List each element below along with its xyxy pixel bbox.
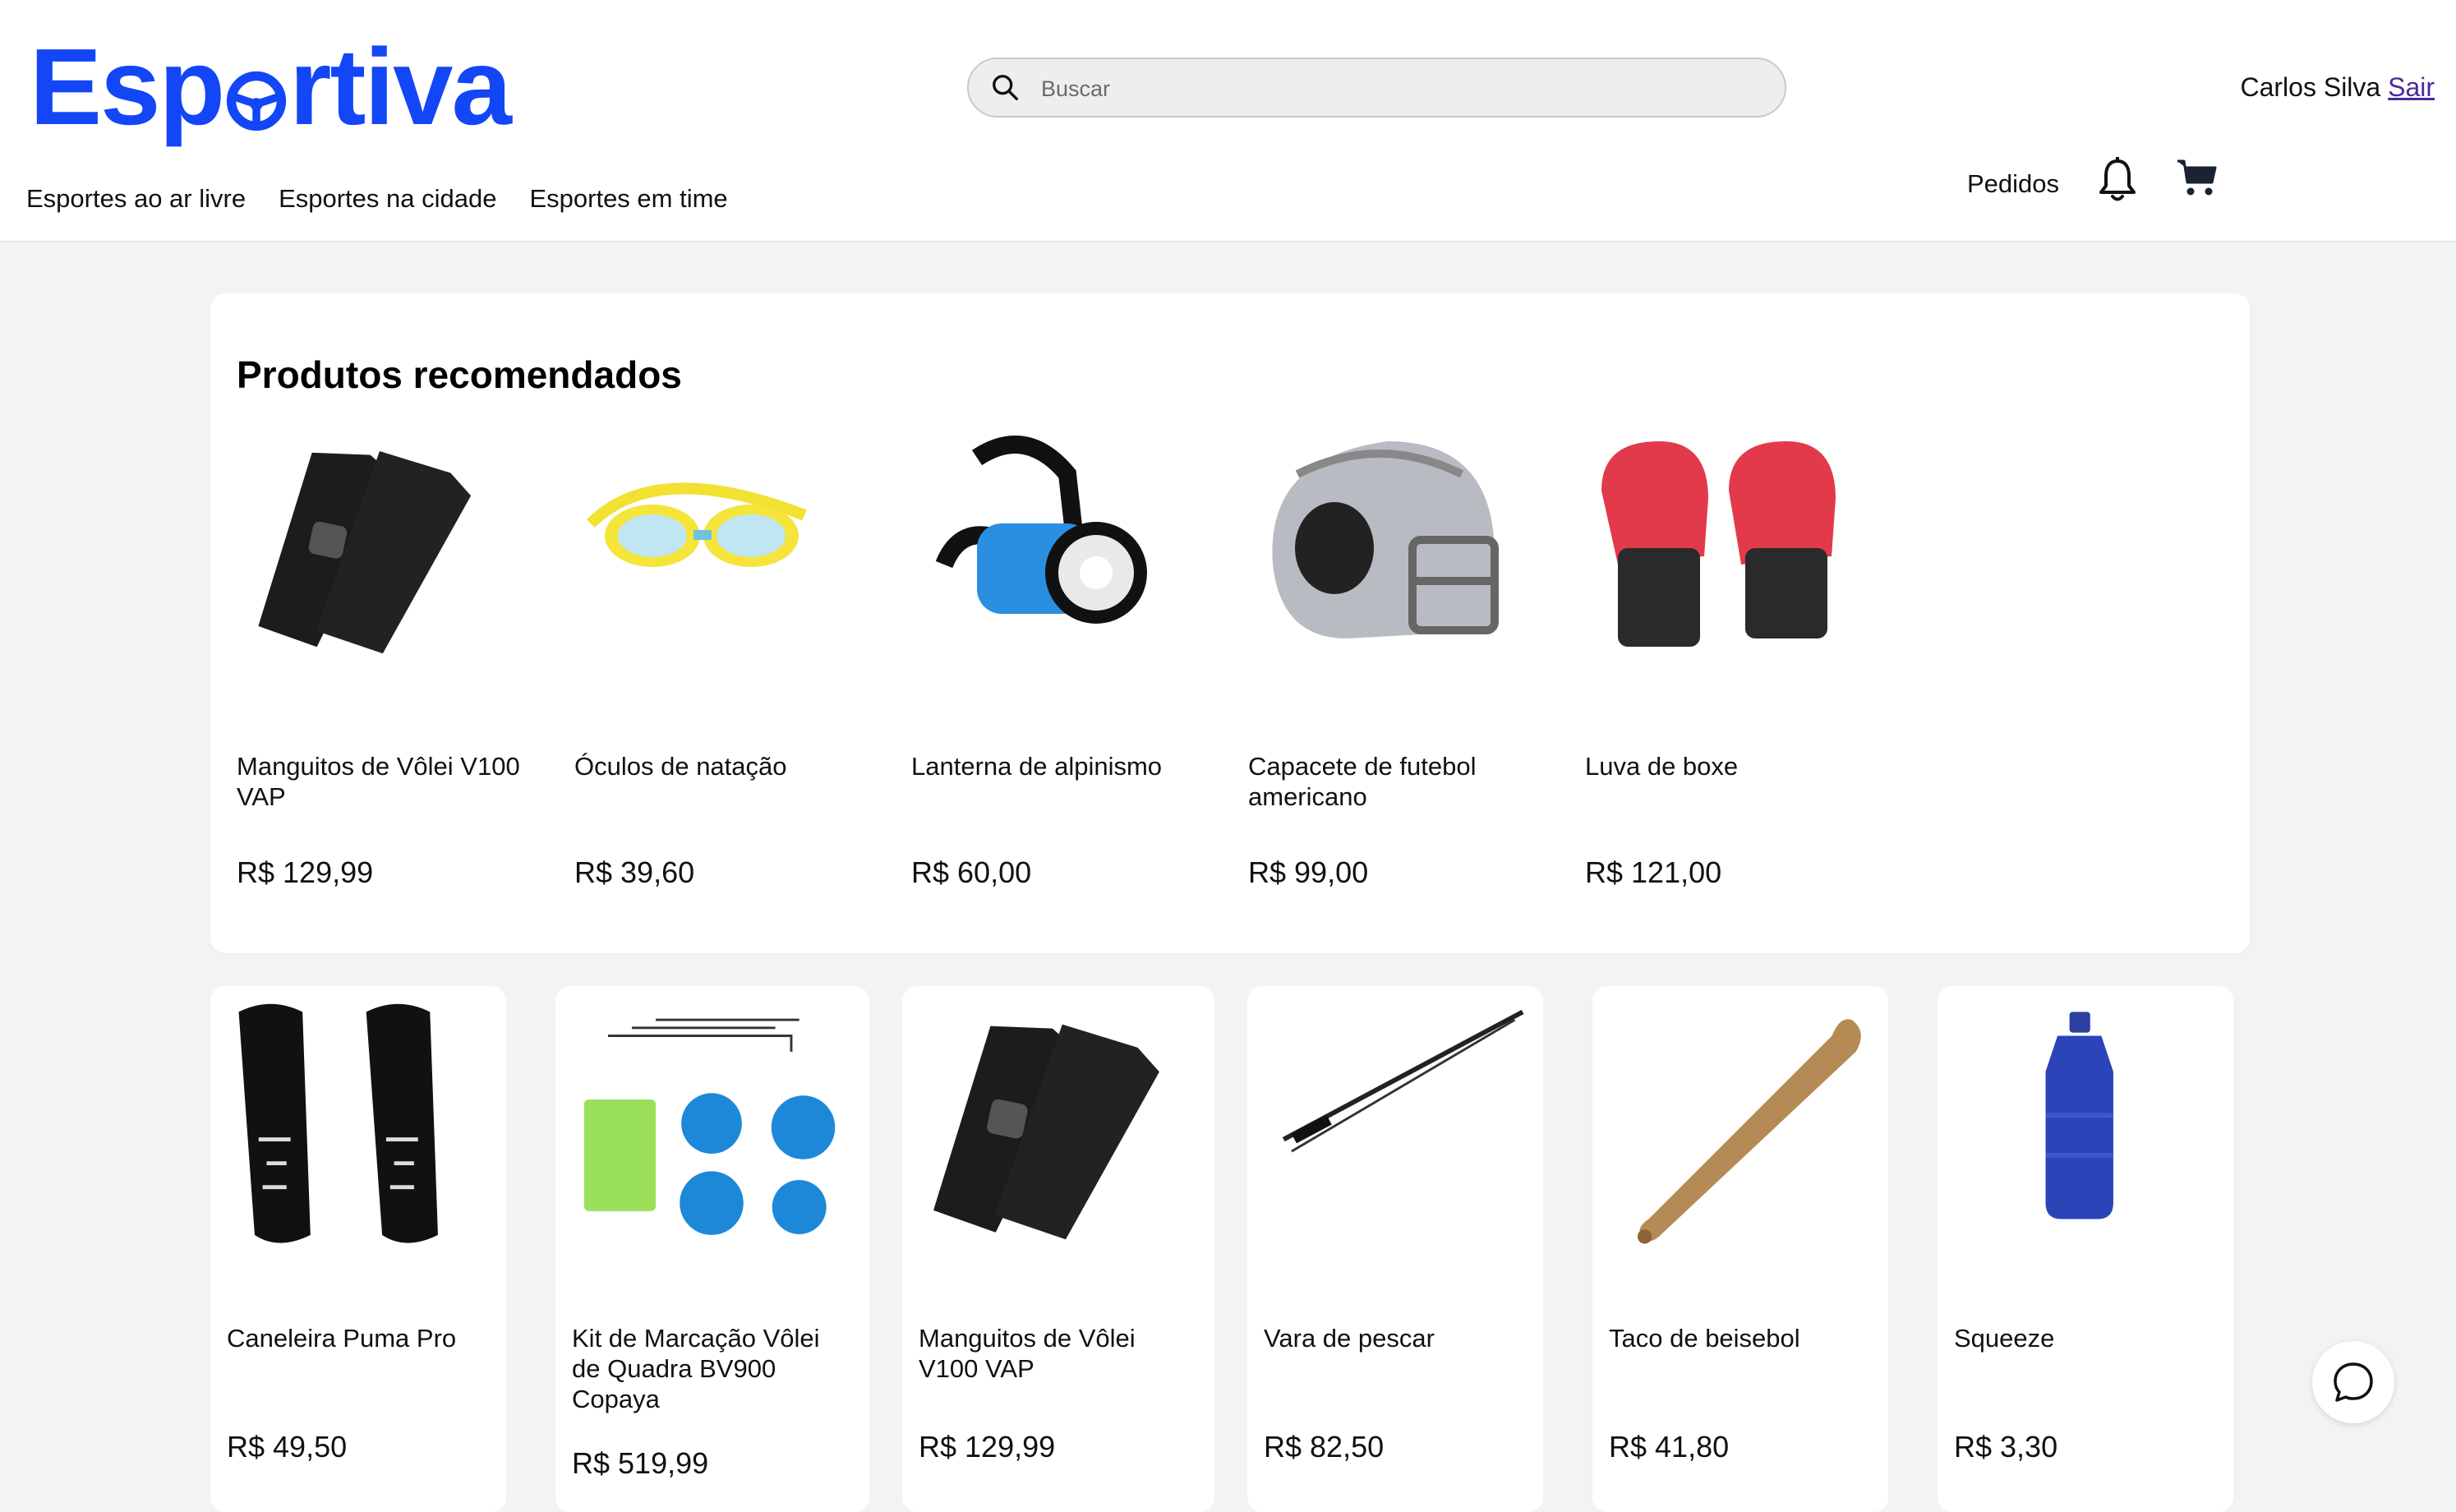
product-name: Vara de pescar (1264, 1324, 1435, 1353)
product-price: R$ 121,00 (1585, 855, 1722, 889)
orders-link[interactable]: Pedidos (1967, 169, 2059, 199)
baseball-bat-image (1637, 1019, 1861, 1244)
logo-text-rtiva: rtiva (289, 26, 512, 147)
search-icon[interactable] (990, 72, 1021, 104)
product-name: Manguitos de Vôlei V100 VAP (237, 752, 520, 811)
product-card[interactable]: Squeeze R$ 3,30 (1938, 986, 2233, 1512)
chat-button[interactable] (2312, 1341, 2394, 1423)
nav-city-sports[interactable]: Esportes na cidade (279, 184, 496, 214)
product-name: Óculos de natação (574, 752, 787, 781)
search-input[interactable] (1026, 69, 1766, 108)
fishing-rod-image (1282, 1009, 1524, 1153)
nav-team-sports[interactable]: Esportes em time (529, 184, 727, 214)
logout-link[interactable]: Sair (2388, 72, 2435, 102)
product-card[interactable]: Taco de beisebol R$ 41,80 (1592, 986, 1888, 1512)
product-name: Taco de beisebol (1609, 1324, 1800, 1353)
section-title: Produtos recomendados (237, 353, 682, 396)
boxing-gloves-image (1601, 441, 1836, 647)
product-price: R$ 129,99 (919, 1430, 1056, 1464)
recommended-item[interactable]: Lanterna de alpinismo R$ 60,00 (911, 425, 1223, 918)
user-area: Carlos Silva Sair (2240, 72, 2435, 103)
product-card[interactable]: Vara de pescar R$ 82,50 (1247, 986, 1543, 1512)
search-bar (967, 58, 1786, 118)
court-marking-kit-image (583, 1018, 836, 1235)
category-nav: Esportes ao ar livre Esportes na cidade … (26, 184, 728, 214)
cart-icon[interactable] (2176, 156, 2219, 199)
product-card[interactable]: Kit de Marcação Vôlei de Quadra BV900 Co… (555, 986, 869, 1512)
sleeves-image (258, 451, 472, 654)
chat-bubble-icon (2334, 1362, 2373, 1402)
water-bottle-image (2045, 1012, 2113, 1219)
goggles-image (587, 482, 807, 567)
headlamp-image (935, 436, 1147, 624)
product-price: R$ 3,30 (1954, 1430, 2058, 1464)
product-name: Caneleira Puma Pro (227, 1324, 457, 1353)
football-helmet-image (1272, 441, 1499, 638)
nav-outdoor-sports[interactable]: Esportes ao ar livre (26, 184, 246, 214)
product-name: Capacete de futebol americano (1248, 752, 1477, 811)
steering-wheel-icon (226, 71, 287, 131)
product-card[interactable]: Manguitos de Vôlei V100 VAP R$ 129,99 (902, 986, 1214, 1512)
recommended-item[interactable]: Capacete de futebol americano R$ 99,00 (1248, 425, 1560, 918)
product-name: Manguitos de Vôlei V100 VAP (919, 1324, 1136, 1383)
product-price: R$ 41,80 (1609, 1430, 1730, 1464)
product-price: R$ 519,99 (572, 1446, 709, 1480)
recommended-item[interactable]: Manguitos de Vôlei V100 VAP R$ 129,99 (237, 425, 549, 918)
esportiva-logo[interactable]: Esp rtiva (30, 26, 512, 148)
user-name: Carlos Silva (2240, 72, 2381, 102)
shin-guards-image (238, 1003, 438, 1243)
product-price: R$ 99,00 (1248, 855, 1369, 889)
recommended-item[interactable]: Luva de boxe R$ 121,00 (1585, 425, 1897, 918)
bell-icon[interactable] (2098, 156, 2137, 204)
product-name: Squeeze (1954, 1324, 2055, 1353)
product-name: Kit de Marcação Vôlei de Quadra BV900 Co… (572, 1324, 820, 1413)
recommended-item[interactable]: Óculos de natação R$ 39,60 (574, 425, 887, 918)
logo-text-es: Esp (30, 26, 225, 147)
product-name: Luva de boxe (1585, 752, 1739, 781)
site-header: Esp rtiva Carlos Silva Sair Esportes ao … (0, 0, 2456, 242)
product-price: R$ 82,50 (1264, 1430, 1385, 1464)
product-price: R$ 39,60 (574, 855, 695, 889)
product-price: R$ 60,00 (911, 855, 1032, 889)
product-price: R$ 129,99 (237, 855, 374, 889)
product-name: Lanterna de alpinismo (911, 752, 1163, 781)
recommended-products-panel: Produtos recomendados Manguitos de Vôlei… (210, 293, 2250, 953)
product-price: R$ 49,50 (227, 1430, 348, 1464)
product-card[interactable]: Caneleira Puma Pro R$ 49,50 (210, 986, 506, 1512)
sleeves-image (933, 1024, 1159, 1240)
